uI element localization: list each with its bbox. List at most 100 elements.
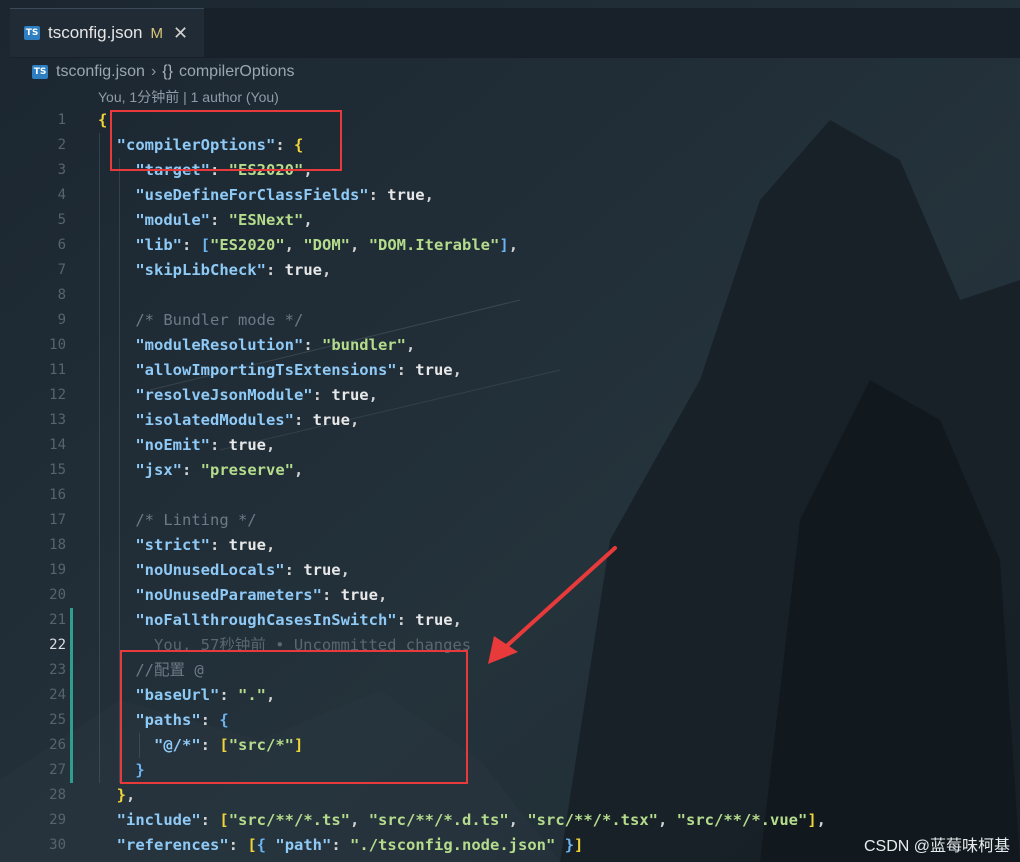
code-token: true — [340, 586, 378, 604]
line-number: 21 — [49, 612, 66, 628]
code-token: "src/**/*.d.ts" — [368, 811, 509, 829]
code-line: "noUnusedParameters": true, — [98, 583, 998, 608]
line-number: 15 — [49, 462, 66, 478]
code-token: "include" — [116, 811, 201, 829]
code-token: , — [508, 811, 528, 829]
breadcrumb: TS tsconfig.json › {} compilerOptions — [32, 60, 295, 84]
code-line: "jsx": "preserve", — [98, 458, 998, 483]
code-line: }, — [98, 783, 998, 808]
highlight-box-compileroptions — [110, 110, 342, 171]
code-token: , — [350, 811, 369, 829]
line-number: 11 — [49, 362, 66, 378]
code-token: "strict" — [135, 536, 210, 554]
close-icon[interactable]: ✕ — [173, 23, 188, 44]
code-token: "DOM.Iterable" — [368, 236, 500, 254]
code-line: "module": "ESNext", — [98, 208, 998, 233]
line-number: 30 — [49, 837, 66, 853]
code-token: "ESNext" — [228, 211, 304, 229]
code-token: : — [182, 461, 201, 479]
line-number: 19 — [49, 562, 66, 578]
code-line: "isolatedModules": true, — [98, 408, 998, 433]
line-number: 23 — [49, 662, 66, 678]
typescript-file-icon: TS — [24, 26, 40, 40]
code-token: "allowImportingTsExtensions" — [135, 361, 397, 379]
line-number: 18 — [49, 537, 66, 553]
code-token: "noFallthroughCasesInSwitch" — [135, 611, 397, 629]
code-token: , — [658, 811, 677, 829]
code-token: true — [331, 386, 369, 404]
code-token: /* Bundler mode */ — [135, 311, 304, 329]
code-line: "strict": true, — [98, 533, 998, 558]
code-token: : — [396, 611, 416, 629]
code-token: , — [303, 211, 313, 229]
code-token: "noUnusedParameters" — [135, 586, 322, 604]
code-token: , — [377, 586, 388, 604]
code-token: , — [816, 811, 827, 829]
code-token: "src/**/*.vue" — [676, 811, 808, 829]
code-token: "module" — [135, 211, 210, 229]
code-token: , — [321, 261, 332, 279]
line-number: 27 — [49, 762, 66, 778]
line-number: 16 — [49, 487, 66, 503]
code-token: ] — [574, 836, 584, 854]
code-token: : — [209, 536, 229, 554]
code-token: , — [265, 436, 276, 454]
code-token: , — [284, 236, 304, 254]
code-token: : — [312, 386, 332, 404]
code-token: : — [209, 436, 229, 454]
code-line: "noFallthroughCasesInSwitch": true, — [98, 608, 998, 633]
code-token: , — [350, 236, 369, 254]
code-line: "skipLibCheck": true, — [98, 258, 998, 283]
code-token: "./tsconfig.node.json" — [350, 836, 556, 854]
git-codelens[interactable]: You, 1分钟前 | 1 author (You) — [98, 86, 279, 108]
line-number: 29 — [49, 812, 66, 828]
code-line: "noUnusedLocals": true, — [98, 558, 998, 583]
code-token: : — [209, 211, 229, 229]
code-token: : — [396, 361, 416, 379]
code-token: : — [293, 411, 313, 429]
code-token: "ES2020" — [210, 236, 285, 254]
tab-tsconfig[interactable]: TS tsconfig.json M ✕ — [10, 8, 205, 57]
line-number-gutter: 1 2 3 4 5 6 7 8 9 10 11 12 13 14 15 16 17 18 19 20 21 22 23 24 2… — [20, 108, 66, 858]
code-token: : — [303, 336, 322, 354]
code-line: "allowImportingTsExtensions": true, — [98, 358, 998, 383]
code-token: "src/**/*.ts" — [228, 811, 351, 829]
code-token: : — [182, 236, 201, 254]
line-number: 7 — [57, 262, 66, 278]
breadcrumb-symbol[interactable]: compilerOptions — [179, 63, 295, 81]
code-token: , — [349, 411, 360, 429]
line-number: 17 — [49, 512, 66, 528]
code-line: "resolveJsonModule": true, — [98, 383, 998, 408]
line-number: 10 — [49, 337, 66, 353]
code-line: /* Linting */ — [98, 508, 998, 533]
code-token: "preserve" — [200, 461, 294, 479]
code-token: "isolatedModules" — [135, 411, 294, 429]
code-token: , — [452, 361, 462, 379]
code-line: "moduleResolution": "bundler", — [98, 333, 998, 358]
code-token: , — [405, 336, 416, 354]
code-token: true — [228, 536, 266, 554]
highlight-box-paths-config — [120, 650, 468, 784]
line-number: 13 — [49, 412, 66, 428]
braces-icon: {} — [162, 63, 173, 80]
code-token: : — [284, 561, 304, 579]
code-token: : — [265, 261, 285, 279]
code-line: "noEmit": true, — [98, 433, 998, 458]
code-line: /* Bundler mode */ — [98, 308, 998, 333]
line-number: 14 — [49, 437, 66, 453]
code-token: "noUnusedLocals" — [135, 561, 285, 579]
breadcrumb-file[interactable]: tsconfig.json — [56, 63, 145, 81]
code-token: , — [368, 386, 378, 404]
line-number: 25 — [49, 712, 66, 728]
